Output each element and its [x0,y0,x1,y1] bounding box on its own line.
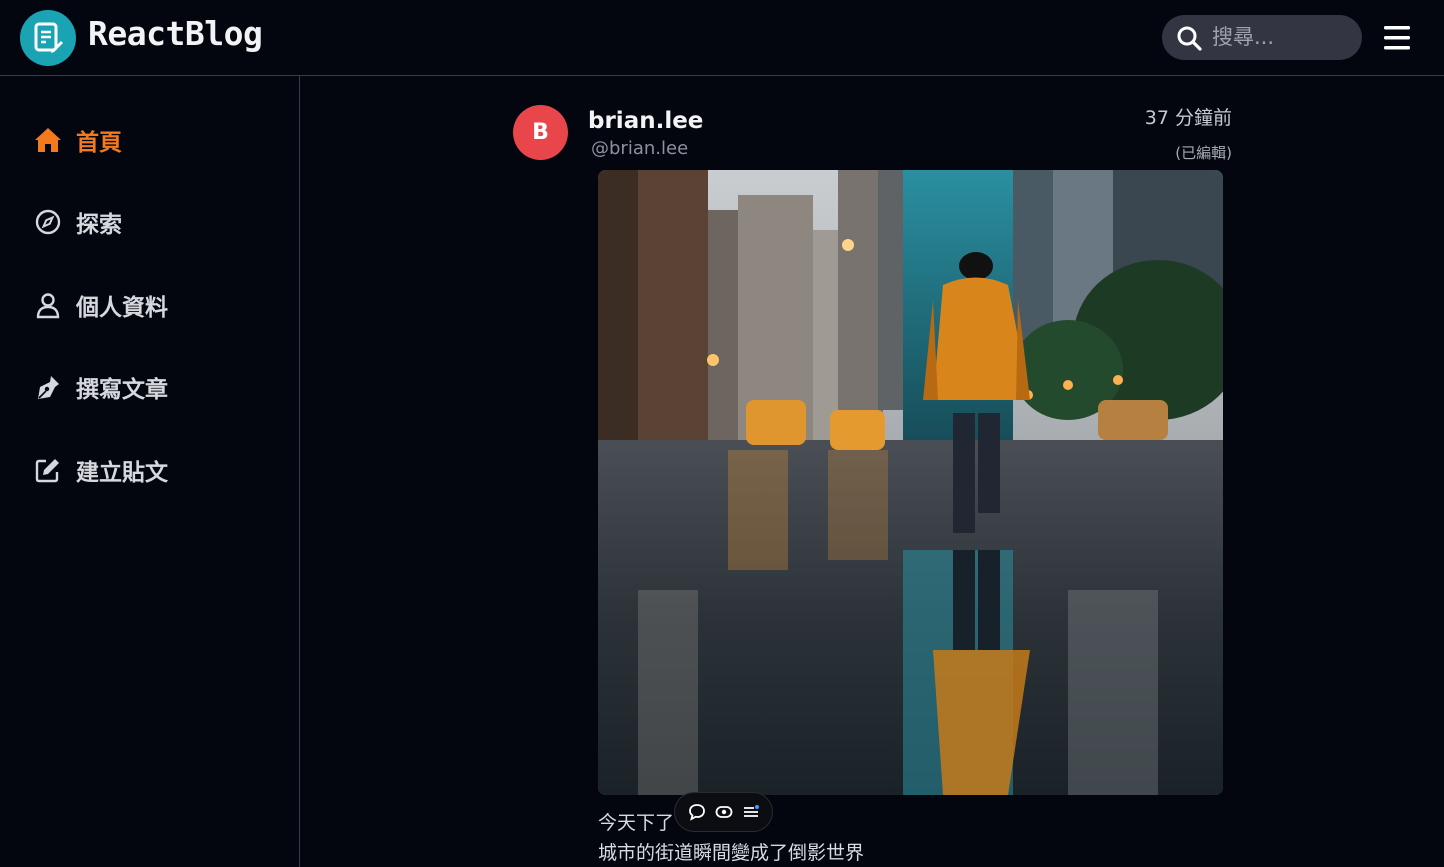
comment-icon[interactable] [686,801,708,823]
sidebar: 首頁 探索 個人資料 撰寫文章 建立貼文 [0,76,300,867]
compass-icon [32,206,64,238]
sidebar-item-label: 個人資料 [76,295,168,321]
post-username[interactable]: brian.lee [588,108,703,134]
post-actions [674,792,773,832]
post-handle: @brian.lee [591,138,689,159]
logo-icon[interactable] [20,10,76,66]
sidebar-item-explore[interactable]: 探索 [32,202,122,242]
edit-icon [32,454,64,486]
post-caption-line2: 城市的街道瞬間變成了倒影世界 [598,842,865,864]
view-icon[interactable] [713,801,735,823]
user-icon [32,289,64,321]
pen-nib-icon [32,371,64,403]
sidebar-item-profile[interactable]: 個人資料 [32,285,168,325]
post-image[interactable] [598,170,1223,795]
post-timestamp: 37 分鐘前 [1144,107,1232,129]
brand-name[interactable]: ReactBlog [88,14,263,53]
search-input[interactable] [1212,21,1352,53]
sidebar-item-label: 撰寫文章 [76,377,168,403]
sidebar-item-write-article[interactable]: 撰寫文章 [32,367,168,407]
edited-badge: (已編輯) [1175,144,1232,162]
hamburger-menu-icon[interactable] [1382,24,1412,52]
sidebar-item-label: 建立貼文 [76,460,168,486]
list-icon[interactable] [740,801,762,823]
sidebar-item-create-post[interactable]: 建立貼文 [32,450,168,490]
sidebar-item-label: 首頁 [76,130,122,156]
post-caption-line1: 今天下了 [598,812,675,834]
top-bar: ReactBlog [0,0,1444,76]
sidebar-item-label: 探索 [76,212,122,238]
search-icon [1177,26,1202,51]
sidebar-item-home[interactable]: 首頁 [32,120,122,160]
search-box[interactable] [1162,15,1362,60]
home-icon [32,124,64,156]
avatar[interactable]: B [513,105,568,160]
